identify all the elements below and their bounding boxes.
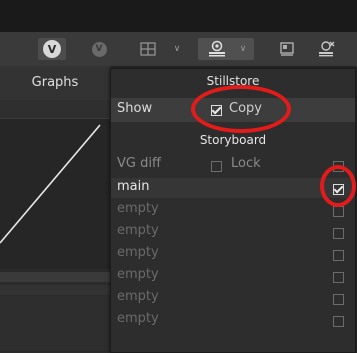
graph-canvas (0, 119, 110, 269)
main-checkbox-highlight-ring (320, 165, 356, 207)
storyboard-row-label: empty (117, 267, 159, 282)
copy-highlight-ring (191, 85, 291, 133)
storyboard-row[interactable]: empty (111, 310, 355, 330)
graph-bottom-panel (0, 296, 110, 351)
storyboard-row-checkbox[interactable] (333, 272, 344, 283)
storyboard-row-label: empty (117, 245, 159, 260)
storyboard-row-checkbox[interactable] (333, 294, 344, 305)
stillstore-button[interactable]: ∨ (198, 38, 254, 60)
storyboard-row-label: empty (117, 201, 159, 216)
graph-trace (0, 124, 101, 244)
v-scope-secondary-button[interactable]: V (88, 38, 110, 60)
graph-divider (0, 285, 110, 295)
grid-dropdown[interactable]: ∨ (170, 38, 184, 60)
monitor-icon (280, 42, 294, 56)
stillstore-remove-icon (319, 41, 335, 57)
toolbar: V V ∨ ∨ (0, 32, 357, 66)
graphs-subheader (0, 100, 110, 119)
grid-button[interactable] (135, 38, 161, 60)
vg-diff-label: VG diff (117, 156, 161, 171)
graph-scrollbar[interactable] (0, 272, 110, 282)
storyboard-row-label: empty (117, 289, 159, 304)
show-label: Show (117, 101, 153, 116)
storyboard-row[interactable]: empty (111, 222, 355, 242)
storyboard-header: Storyboard (199, 133, 267, 147)
lock-checkbox[interactable] (211, 161, 222, 172)
storyboard-row-label: main (117, 179, 150, 194)
storyboard-row-checkbox[interactable] (333, 316, 344, 327)
v-scope-button[interactable]: V (38, 38, 66, 60)
monitor-button[interactable] (276, 38, 298, 60)
window-top-bar (0, 0, 357, 32)
storyboard-row-checkbox[interactable] (333, 228, 344, 239)
storyboard-row-label: empty (117, 223, 159, 238)
vg-diff-row: VG diff Lock (111, 155, 355, 175)
v-scope-icon: V (43, 40, 61, 58)
storyboard-row-checkbox[interactable] (333, 250, 344, 261)
chevron-down-icon: ∨ (173, 44, 181, 54)
storyboard-row[interactable]: empty (111, 288, 355, 308)
storyboard-row[interactable]: empty (111, 266, 355, 286)
v-scope-secondary-icon: V (91, 41, 107, 57)
storyboard-row-checkbox[interactable] (333, 206, 344, 217)
storyboard-row-label: empty (117, 311, 159, 326)
lock-label: Lock (231, 156, 261, 171)
stillstore-remove-button[interactable] (314, 38, 340, 60)
storyboard-row[interactable]: main (111, 178, 355, 198)
grid-icon (140, 42, 156, 56)
storyboard-row[interactable]: empty (111, 244, 355, 264)
graphs-title: Graphs (31, 75, 79, 90)
stillstore-icon (208, 40, 225, 57)
storyboard-row[interactable]: empty (111, 200, 355, 220)
chevron-down-icon: ∨ (239, 44, 247, 54)
